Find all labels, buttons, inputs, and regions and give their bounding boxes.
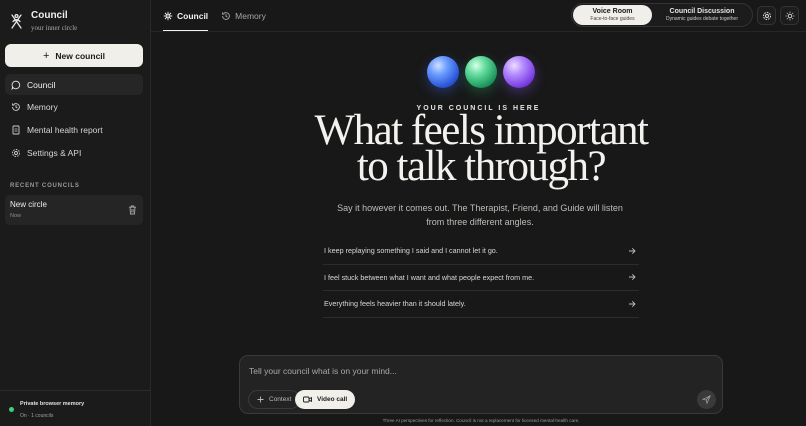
friend-orb [465,56,497,88]
prompt-text: I feel stuck between what I want and wha… [324,272,535,282]
arrow-right-icon [629,247,636,254]
headline-line-2: to talk through? [356,143,607,190]
hero-subtext: Say it however it comes out. The Therapi… [337,203,623,227]
sparkle-icon [163,11,173,21]
history-icon [11,102,21,112]
main-tabs: Council Memory [163,0,279,31]
chat-bubble-icon [11,80,21,90]
tab-council[interactable]: Council [163,0,209,31]
sun-icon [785,11,794,20]
suggested-prompt[interactable]: I keep replaying something I said and I … [323,238,639,265]
history-icon [221,11,231,21]
sidebar-item-label: Memory [27,102,58,113]
context-button[interactable]: Context [248,390,301,409]
voice-room-mode-button[interactable]: Voice Room Face-to-face guides [573,5,652,25]
recent-councils-heading: RECENT COUNCILS [10,183,80,189]
sidebar-nav: Council Memory Mental health report Sett… [5,74,143,165]
sidebar: Council your inner circle + New council … [0,0,151,426]
sidebar-item-label: Council [27,79,56,90]
sidebar-item-council[interactable]: Council [5,74,143,95]
sidebar-item-mental-health-report[interactable]: Mental health report [5,119,143,140]
settings-button[interactable] [757,6,776,25]
plus-icon: + [42,49,50,62]
send-icon [702,395,711,404]
tab-label: Memory [235,10,266,21]
header-divider [151,31,806,32]
video-call-button[interactable]: Video call [295,390,356,409]
sidebar-item-memory[interactable]: Memory [5,97,143,118]
app-subtitle: your inner circle [31,24,78,32]
council-orbs [427,56,537,91]
hero-headline: What feels important to talk through? [151,109,806,190]
memory-status-title: Private browser memory [20,401,85,407]
mode-title: Council Discussion [669,8,735,15]
gear-icon [11,148,21,158]
guide-orb [503,56,535,88]
arrow-right-icon [629,300,636,307]
plus-icon [257,396,264,403]
mode-subtitle: Face-to-face guides [590,16,635,22]
disclaimer: Three AI perspectives for reflection. Co… [382,418,580,423]
status-dot [9,407,14,412]
suggested-prompt[interactable]: I feel stuck between what I want and wha… [323,265,639,291]
video-camera-icon [303,396,312,403]
mode-subtitle: Dynamic guides debate together [666,16,738,22]
video-call-label: Video call [317,396,348,403]
tab-memory[interactable]: Memory [221,0,266,31]
message-input[interactable] [249,364,709,378]
trash-icon[interactable] [128,205,137,215]
send-button[interactable] [697,390,716,409]
council-discussion-mode-button[interactable]: Council Discussion Dynamic guides debate… [653,5,751,25]
context-label: Context [269,396,292,403]
suggested-prompts: I keep replaying something I said and I … [323,238,639,318]
memory-status: Private browser memory On · 1 councils [0,390,151,426]
sidebar-item-settings[interactable]: Settings & API [5,142,143,163]
therapist-orb [427,56,459,88]
gear-icon [762,11,771,20]
app-title: Council [31,10,68,21]
sidebar-item-label: Mental health report [27,124,103,135]
mode-title: Voice Room [592,8,633,15]
recent-council-name: New circle [10,200,47,209]
prompt-text: Everything feels heavier than it should … [324,299,466,309]
brand[interactable]: Council your inner circle [9,10,77,32]
sidebar-item-label: Settings & API [27,147,82,158]
prompt-text: I keep replaying something I said and I … [324,246,498,256]
message-composer: Context Video call [239,355,723,414]
recent-council-item[interactable]: New circle Now [5,195,143,225]
new-council-label: New council [55,50,106,61]
council-logo-icon [11,13,22,29]
mode-switch: Voice Room Face-to-face guides Council D… [571,3,753,27]
tab-label: Council [177,10,209,21]
arrow-right-icon [629,274,636,281]
memory-status-text: On · 1 councils [20,413,54,419]
new-council-button[interactable]: + New council [5,44,143,67]
recent-council-time: Now [10,213,22,219]
suggested-prompt[interactable]: Everything feels heavier than it should … [323,291,639,318]
theme-toggle-button[interactable] [780,6,799,25]
report-icon [11,125,21,135]
